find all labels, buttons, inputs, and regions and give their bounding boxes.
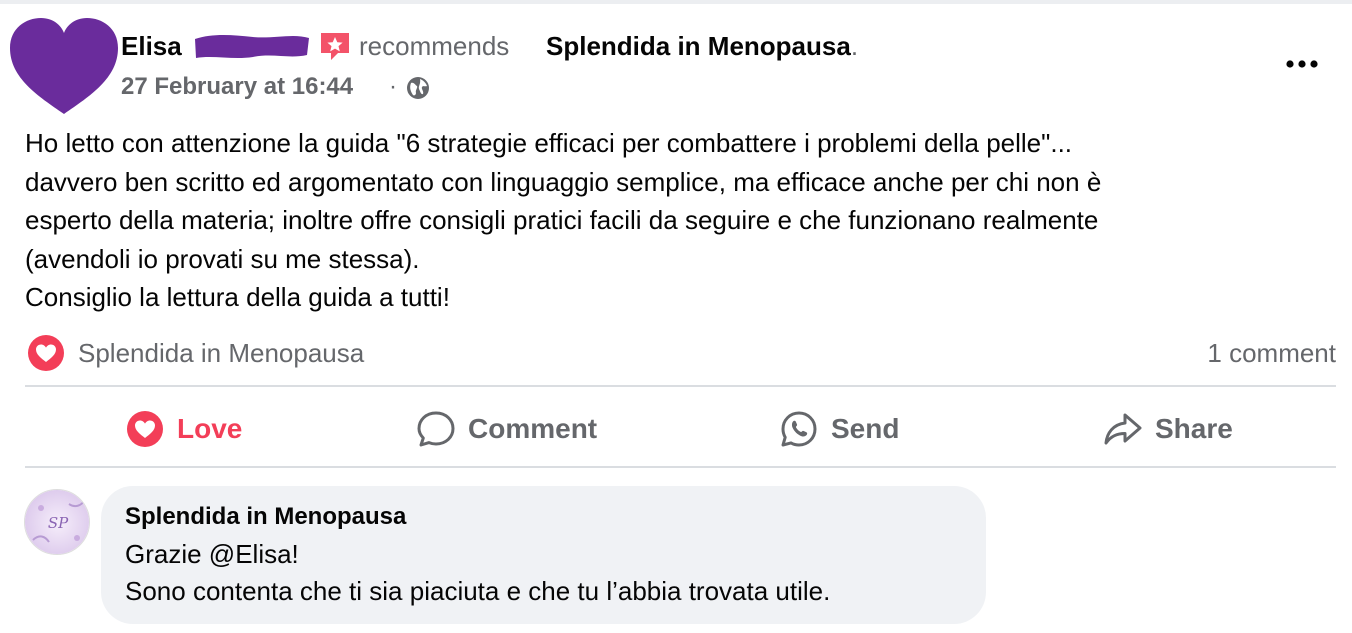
send-label: Send: [831, 413, 900, 444]
recommendation-icon: [321, 33, 349, 60]
avatar-monogram: SP: [48, 514, 69, 532]
recommends-label: recommends: [359, 31, 510, 61]
share-button[interactable]: Share: [1103, 402, 1233, 456]
post-author-name[interactable]: Elisa: [121, 28, 182, 64]
comment-text: Grazie @Elisa! Sono contenta che ti sia …: [125, 539, 831, 606]
divider-bottom: [25, 466, 1336, 468]
author-surname-redacted: [195, 35, 309, 58]
page-name-period: .: [850, 31, 859, 61]
post-timestamp[interactable]: 27 February at 16:44: [121, 70, 353, 104]
share-label: Share: [1155, 413, 1233, 444]
timestamp-separator: ·: [389, 73, 397, 100]
commenter-avatar-logo: SP: [25, 490, 89, 554]
page-name[interactable]: Splendida in Menopausa: [546, 31, 851, 61]
divider-top: [25, 385, 1336, 387]
love-label: Love: [177, 413, 243, 444]
send-button[interactable]: Send: [779, 402, 899, 456]
comment-bubble-icon: [417, 411, 455, 447]
author-avatar-redacted[interactable]: [8, 16, 120, 116]
comment-button[interactable]: Comment: [416, 402, 597, 456]
page-name-link[interactable]: Splendida in Menopausa.: [546, 28, 858, 64]
whatsapp-icon: [781, 411, 817, 447]
globe-icon: [407, 77, 429, 99]
post-body-text: Ho letto con attenzione la guida "6 stra…: [25, 128, 1102, 312]
comment-count[interactable]: 1 comment: [1207, 336, 1336, 370]
heart-icon: [127, 411, 163, 447]
reactor-name[interactable]: Splendida in Menopausa: [78, 336, 364, 370]
comment-author[interactable]: Splendida in Menopausa: [125, 500, 406, 534]
love-reaction-icon[interactable]: [27, 334, 65, 372]
top-border: [0, 0, 1352, 4]
comment-label: Comment: [468, 413, 598, 444]
share-arrow-icon: [1104, 413, 1142, 445]
commenter-avatar[interactable]: SP: [24, 489, 90, 555]
more-options-icon[interactable]: [1282, 52, 1322, 76]
love-button[interactable]: Love: [125, 402, 242, 456]
